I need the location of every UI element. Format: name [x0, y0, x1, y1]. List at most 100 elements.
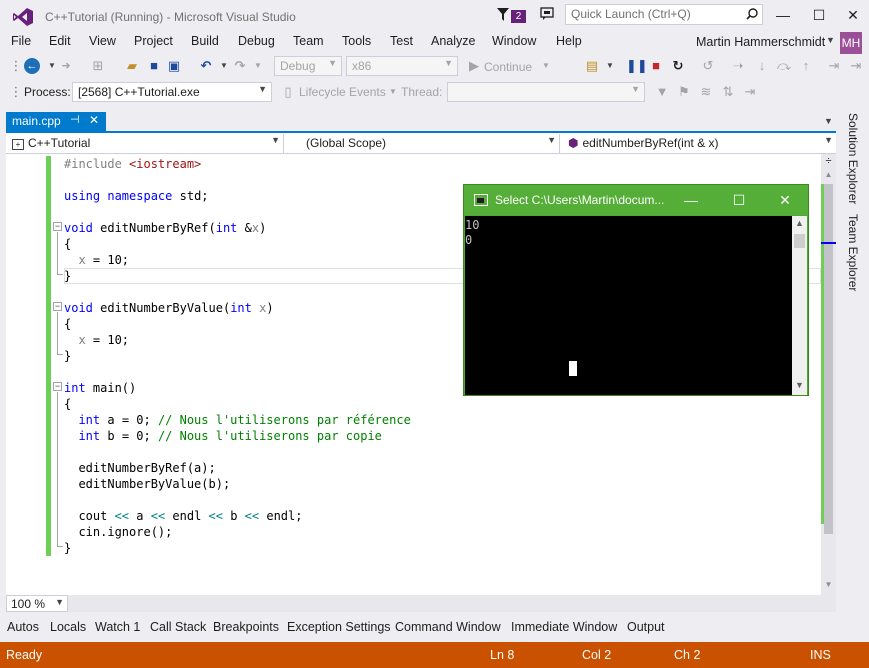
chevron-down-icon[interactable]: ▼: [538, 58, 554, 74]
hex-display-icon[interactable]: ⇥: [826, 58, 842, 74]
step-over-icon[interactable]: ⤼: [776, 58, 792, 74]
member-select[interactable]: ⬢ editNumberByRef(int & x) ▼: [564, 134, 836, 153]
undo-icon[interactable]: ↶: [198, 58, 214, 74]
scrollbar-thumb[interactable]: [824, 184, 833, 534]
project-select[interactable]: + C++Tutorial ▼: [8, 134, 284, 153]
tab-locals[interactable]: Locals: [50, 620, 86, 634]
collapse-icon[interactable]: −: [53, 302, 62, 311]
menu-file[interactable]: File: [11, 34, 31, 48]
console-close-button[interactable]: ✕: [770, 190, 800, 210]
close-icon[interactable]: ✕: [89, 113, 99, 127]
scroll-up-icon[interactable]: ▲: [821, 170, 836, 179]
open-file-icon[interactable]: ▰: [124, 58, 140, 74]
console-minimize-button[interactable]: —: [676, 190, 706, 210]
menu-help[interactable]: Help: [556, 34, 582, 48]
console-title-bar[interactable]: Select C:\Users\Martin\docum... — ☐ ✕: [464, 185, 808, 215]
code-text[interactable]: #include <iostream> using namespace std;…: [64, 156, 411, 556]
tab-watch-1[interactable]: Watch 1: [95, 620, 140, 634]
toolbar-grip-icon[interactable]: ⋮: [8, 58, 24, 74]
console-output-area[interactable]: 10 0: [465, 216, 792, 395]
lifecycle-events-button[interactable]: Lifecycle Events: [299, 85, 386, 99]
glyph-margin[interactable]: [6, 154, 46, 595]
menu-window[interactable]: Window: [492, 34, 536, 48]
notification-flag-icon[interactable]: [497, 8, 509, 22]
chevron-down-icon[interactable]: ▼: [602, 58, 618, 74]
editor-vertical-scrollbar[interactable]: ▲ ▼: [821, 154, 836, 595]
scroll-down-icon[interactable]: ▼: [821, 580, 836, 589]
navigate-back-icon[interactable]: ←: [24, 58, 40, 74]
console-window[interactable]: Select C:\Users\Martin\docum... — ☐ ✕ 10…: [463, 184, 809, 396]
chevron-down-icon[interactable]: ▼: [826, 35, 835, 45]
chevron-down-icon[interactable]: ▼: [250, 58, 266, 74]
solution-configuration-select[interactable]: Debug ▼: [274, 56, 342, 76]
tab-exception-settings[interactable]: Exception Settings: [287, 620, 391, 634]
menu-edit[interactable]: Edit: [49, 34, 71, 48]
console-maximize-button[interactable]: ☐: [724, 190, 754, 210]
scope-select[interactable]: (Global Scope) ▼: [288, 134, 560, 153]
chevron-down-icon[interactable]: ▼: [216, 58, 232, 74]
scrollbar-thumb[interactable]: [794, 234, 805, 248]
step-out-icon[interactable]: ↑: [798, 58, 814, 74]
quick-launch-input[interactable]: Quick Launch (Ctrl+Q): [565, 4, 763, 25]
save-all-icon[interactable]: ▣: [166, 58, 182, 74]
menu-test[interactable]: Test: [390, 34, 413, 48]
maximize-button[interactable]: ☐: [806, 4, 832, 26]
solution-platform-select[interactable]: x86 ▼: [346, 56, 458, 76]
process-select[interactable]: [2568] C++Tutorial.exe ▼: [72, 82, 272, 102]
new-project-icon[interactable]: ⊞: [90, 58, 106, 74]
toolbar-grip-icon[interactable]: ⋮: [8, 84, 24, 100]
navigate-forward-icon[interactable]: ➜: [58, 58, 74, 74]
toolbar-overflow-icon[interactable]: ⇥: [742, 84, 758, 100]
tab-immediate-window[interactable]: Immediate Window: [511, 620, 617, 634]
console-vertical-scrollbar[interactable]: ▲ ▼: [792, 216, 807, 395]
collapse-icon[interactable]: −: [53, 382, 62, 391]
menu-debug[interactable]: Debug: [238, 34, 275, 48]
avatar[interactable]: MH: [840, 32, 862, 54]
show-threads-icon[interactable]: ≋: [698, 84, 714, 100]
close-button[interactable]: ✕: [840, 4, 866, 26]
restart-icon[interactable]: ↻: [670, 58, 686, 74]
menu-project[interactable]: Project: [134, 34, 173, 48]
flag-threads-icon[interactable]: ⚑: [676, 84, 692, 100]
tab-autos[interactable]: Autos: [7, 620, 39, 634]
pin-icon[interactable]: ⊣: [70, 113, 80, 126]
pause-icon[interactable]: ❚❚: [626, 58, 648, 74]
tab-command-window[interactable]: Command Window: [395, 620, 501, 634]
side-tab-team-explorer[interactable]: Team Explorer: [844, 214, 860, 291]
user-name[interactable]: Martin Hammerschmidt: [696, 35, 825, 49]
toolbar-overflow-icon[interactable]: ⇥: [848, 58, 864, 74]
save-icon[interactable]: ■: [146, 58, 162, 74]
menu-tools[interactable]: Tools: [342, 34, 371, 48]
scroll-up-icon[interactable]: ▲: [792, 218, 807, 228]
stack-frame-icon[interactable]: ⇅: [720, 84, 736, 100]
collapse-icon[interactable]: −: [53, 222, 62, 231]
continue-button[interactable]: Continue: [484, 59, 532, 75]
side-tab-solution-explorer[interactable]: Solution Explorer: [844, 113, 860, 204]
show-next-statement-icon[interactable]: ➝: [730, 58, 746, 74]
scroll-down-icon[interactable]: ▼: [792, 380, 807, 390]
filter-icon[interactable]: ▼: [654, 84, 670, 100]
menu-analyze[interactable]: Analyze: [431, 34, 475, 48]
step-into-icon[interactable]: ↓: [754, 58, 770, 74]
process-icon[interactable]: ▤: [584, 58, 600, 74]
notification-badge[interactable]: 2: [511, 10, 526, 23]
thread-select[interactable]: ▼: [447, 82, 645, 102]
tab-main-cpp[interactable]: main.cpp ⊣ ✕: [6, 112, 106, 131]
tab-output[interactable]: Output: [627, 620, 665, 634]
chevron-down-icon[interactable]: ▼: [385, 84, 401, 100]
lifecycle-events-icon[interactable]: ▯: [280, 84, 296, 100]
search-icon[interactable]: [746, 8, 758, 20]
tab-call-stack[interactable]: Call Stack: [150, 620, 206, 634]
menu-view[interactable]: View: [89, 34, 116, 48]
minimize-button[interactable]: —: [770, 4, 796, 26]
menu-team[interactable]: Team: [293, 34, 324, 48]
menu-build[interactable]: Build: [191, 34, 219, 48]
play-icon[interactable]: ▶: [466, 58, 482, 74]
split-window-icon[interactable]: ÷: [823, 156, 834, 167]
apply-code-changes-icon[interactable]: ↺: [700, 58, 716, 74]
zoom-select[interactable]: 100 % ▼: [6, 595, 68, 612]
feedback-icon[interactable]: [540, 7, 554, 21]
chevron-down-icon[interactable]: ▼: [824, 116, 833, 126]
redo-icon[interactable]: ↷: [232, 58, 248, 74]
tab-breakpoints[interactable]: Breakpoints: [213, 620, 279, 634]
